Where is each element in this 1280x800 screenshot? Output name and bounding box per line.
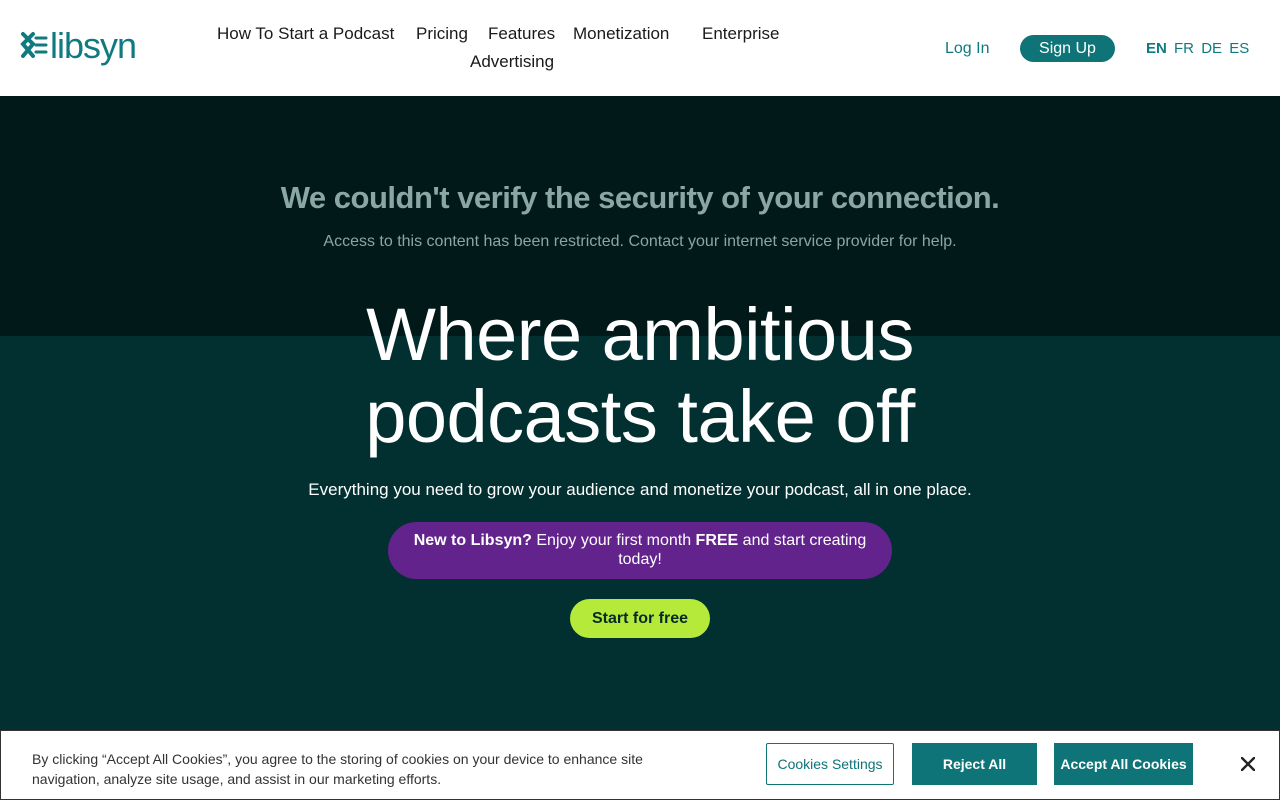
libsyn-mark-icon bbox=[20, 32, 48, 58]
language-es[interactable]: ES bbox=[1229, 40, 1249, 57]
logo-wordmark: libsyn bbox=[50, 25, 137, 66]
nav-item-advertising[interactable]: Advertising bbox=[470, 52, 554, 72]
cookie-message: By clicking “Accept All Cookies”, you ag… bbox=[32, 751, 643, 787]
reject-all-button[interactable]: Reject All bbox=[912, 743, 1037, 785]
cookie-banner: By clicking “Accept All Cookies”, you ag… bbox=[0, 730, 1280, 800]
cookies-settings-button[interactable]: Cookies Settings bbox=[766, 743, 894, 785]
language-switcher: EN FR DE ES bbox=[1146, 39, 1252, 59]
hero-title-line2: podcasts take off bbox=[365, 375, 915, 458]
libsyn-logo[interactable]: libsyn bbox=[20, 25, 137, 66]
hero-title-line1: Where ambitious bbox=[366, 293, 914, 376]
nav-item-features[interactable]: Features bbox=[488, 24, 555, 44]
nav-item-how-to-start[interactable]: How To Start a Podcast bbox=[217, 24, 394, 44]
promo-bold-new: New to Libsyn? bbox=[413, 532, 532, 549]
signup-button[interactable]: Sign Up bbox=[1020, 35, 1115, 62]
security-warning-subtitle: Access to this content has been restrict… bbox=[323, 233, 957, 250]
nav-item-enterprise[interactable]: Enterprise bbox=[702, 24, 779, 44]
start-for-free-button[interactable]: Start for free bbox=[570, 599, 710, 638]
nav-item-monetization[interactable]: Monetization bbox=[573, 24, 669, 44]
accept-all-cookies-button[interactable]: Accept All Cookies bbox=[1054, 743, 1193, 785]
close-icon[interactable] bbox=[1237, 753, 1259, 775]
hero-title: Where ambitious podcasts take off bbox=[0, 294, 1280, 458]
promo-text-1: Enjoy your first month bbox=[531, 532, 696, 549]
nav-item-pricing[interactable]: Pricing bbox=[416, 24, 468, 44]
language-fr[interactable]: FR bbox=[1174, 40, 1194, 57]
promo-banner[interactable]: New to Libsyn? Enjoy your first month FR… bbox=[388, 522, 892, 579]
language-en[interactable]: EN bbox=[1146, 40, 1167, 57]
site-header: libsyn How To Start a Podcast Pricing Fe… bbox=[0, 0, 1280, 96]
promo-bold-free: FREE bbox=[695, 532, 739, 549]
language-de[interactable]: DE bbox=[1201, 40, 1222, 57]
hero-subtitle: Everything you need to grow your audienc… bbox=[308, 480, 972, 499]
login-link[interactable]: Log In bbox=[945, 39, 989, 59]
security-warning-title: We couldn't verify the security of your … bbox=[280, 180, 1000, 215]
